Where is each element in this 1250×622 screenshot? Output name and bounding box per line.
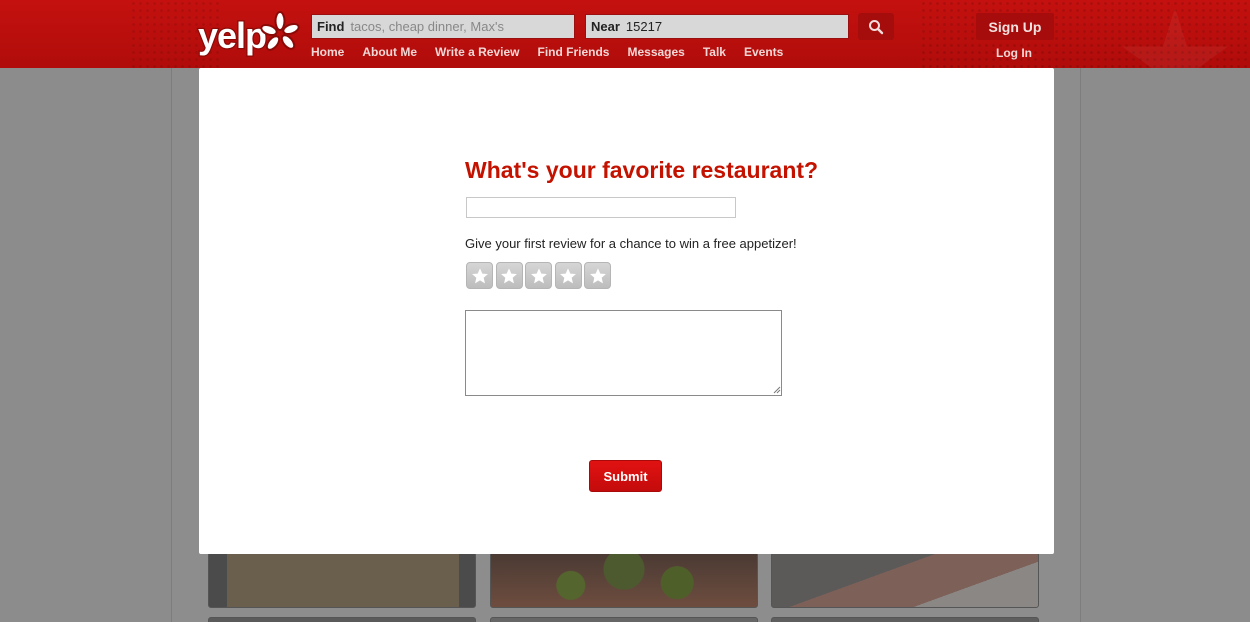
photo-thumbnail[interactable] (771, 617, 1039, 622)
photo-thumbnail[interactable] (771, 552, 1039, 608)
nav-find-friends[interactable]: Find Friends (537, 45, 609, 59)
yelp-burst-logo-icon: yelp (197, 11, 300, 57)
nav-about-me[interactable]: About Me (362, 45, 417, 59)
star-4-button[interactable] (554, 262, 582, 289)
find-input[interactable]: tacos, cheap dinner, Max's (350, 19, 504, 34)
star-icon (530, 267, 547, 283)
photo-thumbnail[interactable] (208, 552, 476, 608)
restaurant-name-input[interactable] (466, 197, 736, 218)
near-input[interactable]: 15217 (626, 19, 662, 34)
nav-talk[interactable]: Talk (703, 45, 726, 59)
star-icon (589, 267, 606, 283)
nav-messages[interactable]: Messages (627, 45, 684, 59)
photo-thumbnail[interactable] (490, 552, 758, 608)
star-5-button[interactable] (584, 262, 611, 289)
log-in-link[interactable]: Log In (976, 46, 1052, 60)
sign-up-button[interactable]: Sign Up (976, 13, 1054, 40)
photo-thumbnail[interactable] (208, 617, 476, 622)
yelp-logo[interactable]: yelp (196, 6, 302, 62)
star-rating[interactable] (466, 262, 614, 289)
resize-grip-icon[interactable] (773, 386, 781, 394)
submit-button[interactable]: Submit (589, 460, 662, 492)
star-2-button[interactable] (495, 262, 523, 289)
photo-thumbnail[interactable] (490, 617, 758, 622)
site-header: yelp Find tacos, cheap dinner, Max's Nea… (0, 0, 1250, 68)
star-1-button[interactable] (466, 262, 493, 289)
nav-home[interactable]: Home (311, 45, 344, 59)
main-nav: Home About Me Write a Review Find Friend… (311, 45, 801, 59)
find-label: Find (317, 19, 345, 34)
star-icon (560, 267, 576, 283)
review-modal: What's your favorite restaurant? Give yo… (199, 68, 1054, 554)
star-3-button[interactable] (525, 262, 552, 289)
find-search-box[interactable]: Find tacos, cheap dinner, Max's (311, 14, 575, 39)
near-search-box[interactable]: Near 15217 (585, 14, 849, 39)
promo-text: Give your first review for a chance to w… (465, 236, 797, 251)
nav-events[interactable]: Events (744, 45, 783, 59)
near-label: Near (591, 19, 620, 34)
logo-text: yelp (198, 15, 266, 56)
review-textarea[interactable] (465, 310, 782, 396)
modal-title: What's your favorite restaurant? (465, 157, 819, 183)
star-icon (501, 267, 517, 283)
star-icon (471, 267, 488, 283)
search-button[interactable] (858, 13, 894, 40)
search-icon (869, 19, 884, 34)
nav-write-a-review[interactable]: Write a Review (435, 45, 519, 59)
